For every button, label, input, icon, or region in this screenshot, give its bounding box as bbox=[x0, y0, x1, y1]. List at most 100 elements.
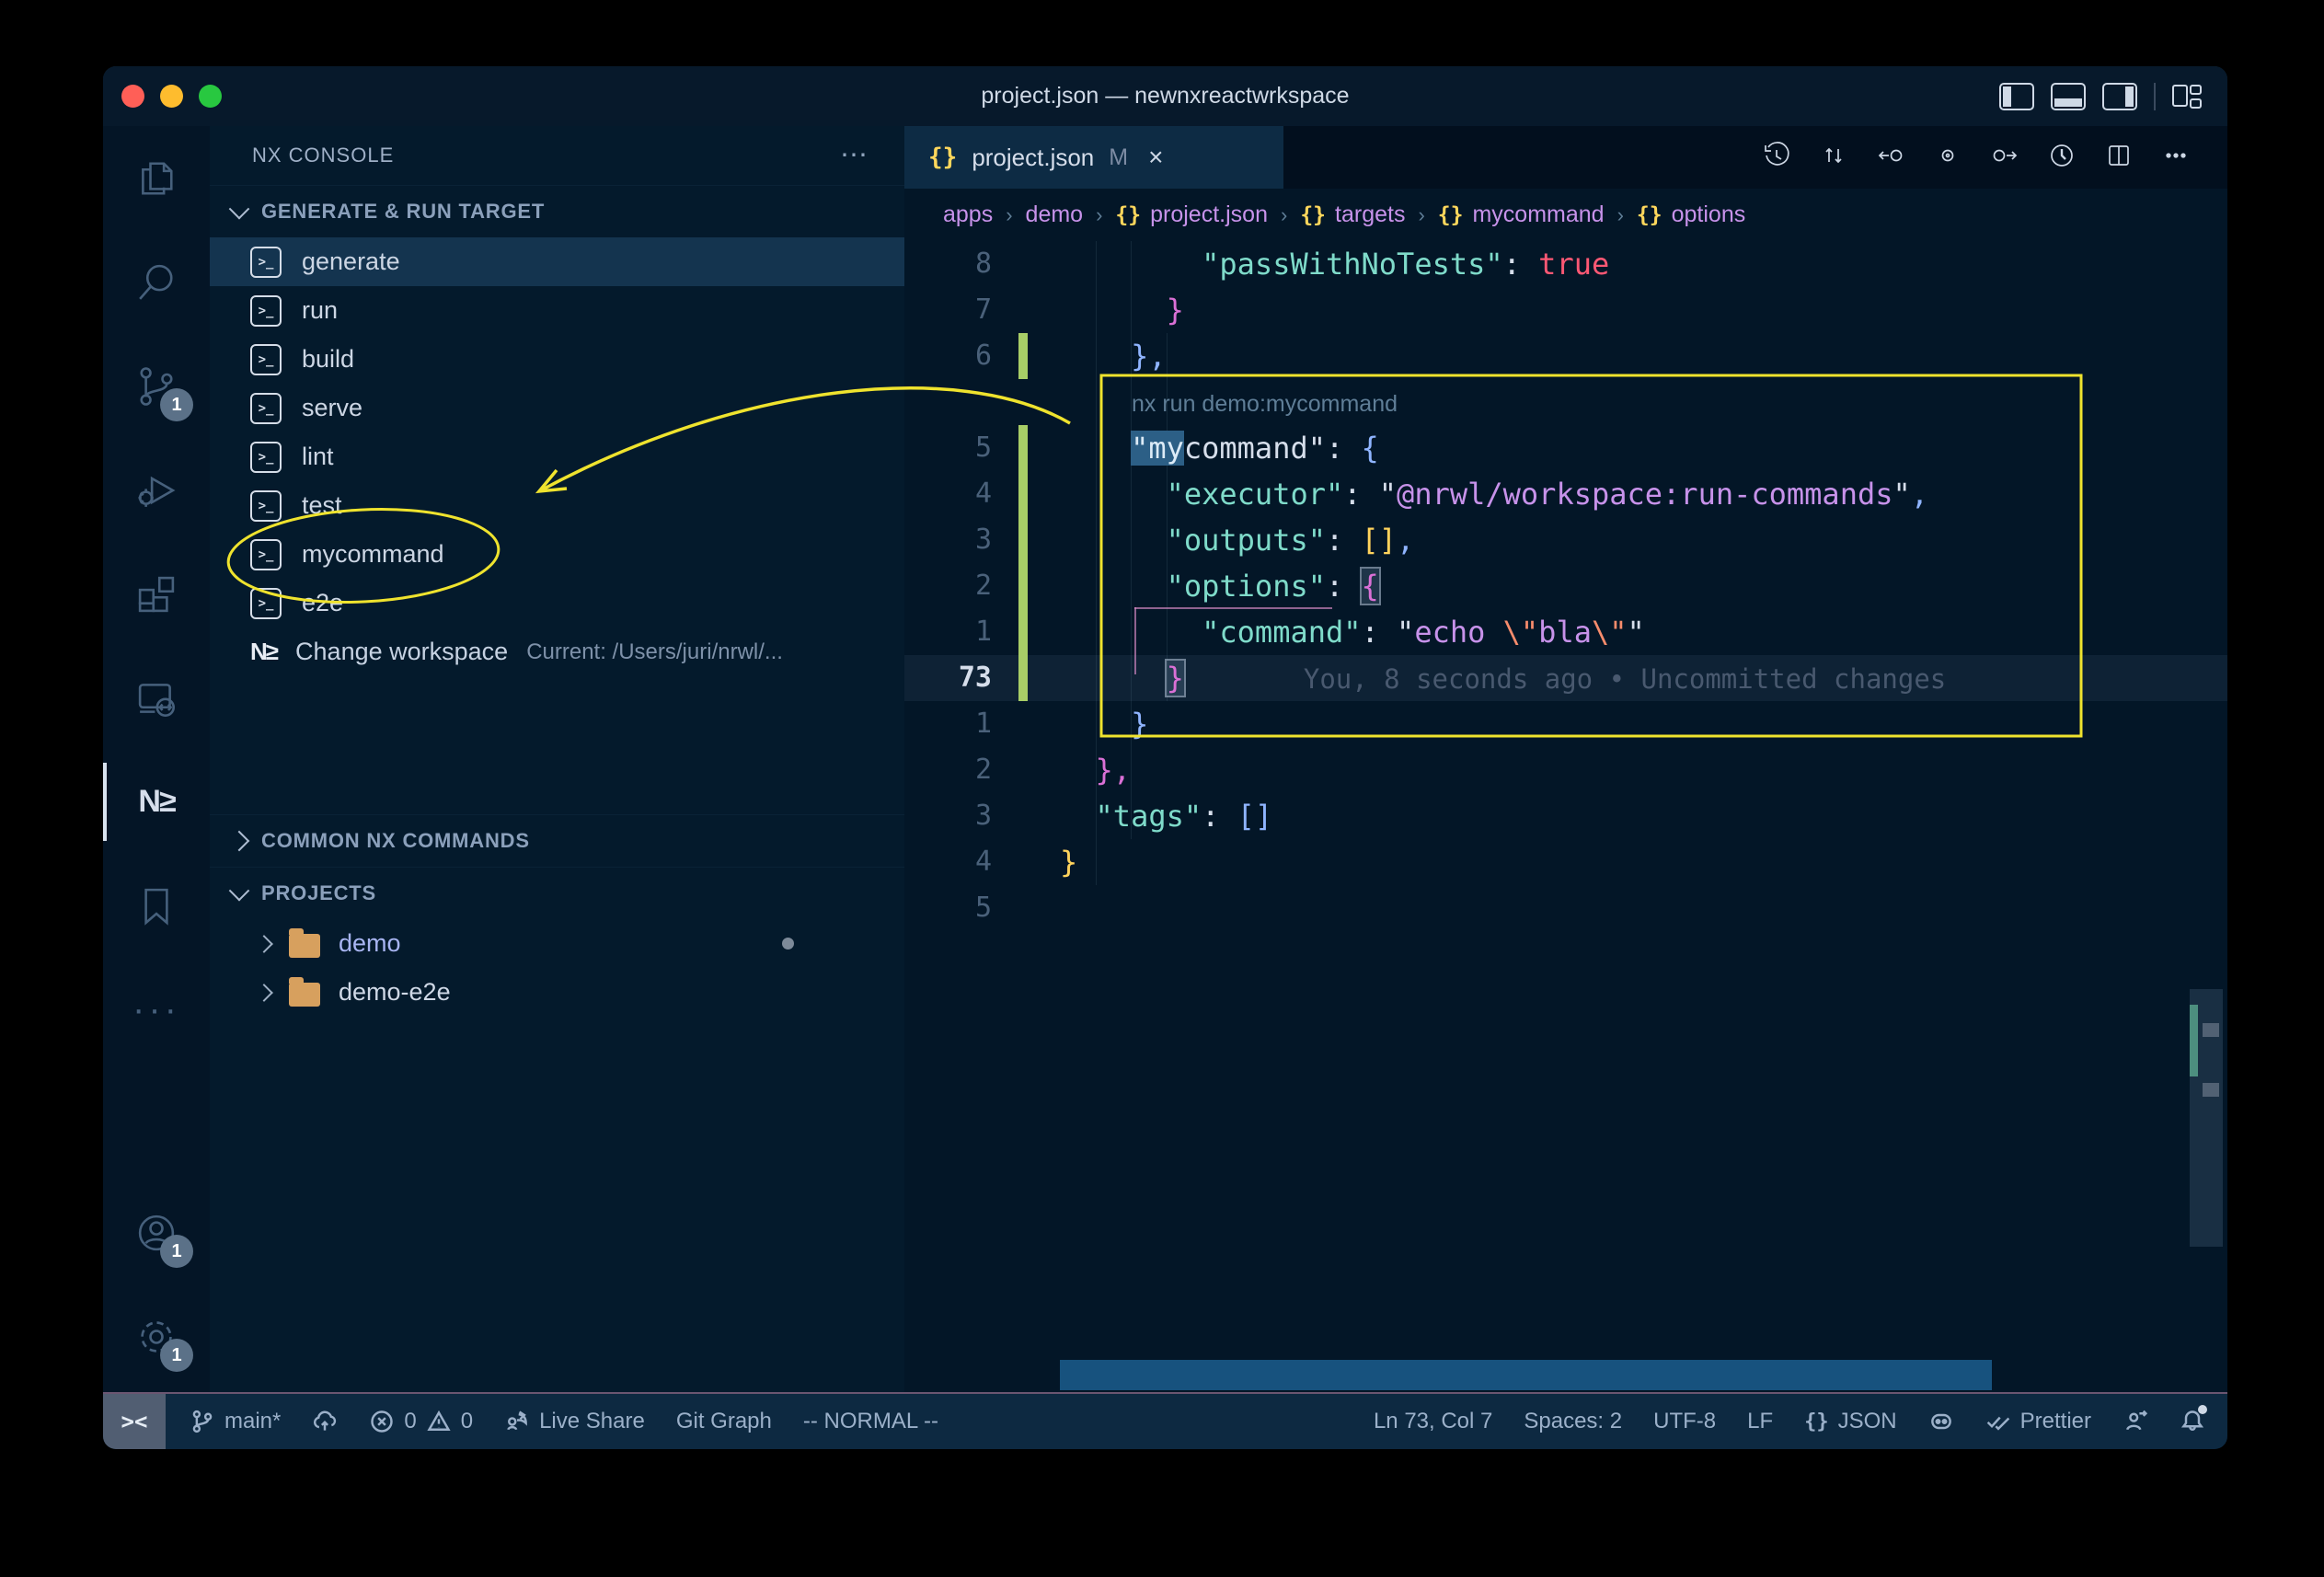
code-line[interactable]: 7 } bbox=[904, 287, 2227, 333]
code-line[interactable]: 1 "command": "echo \"bla\"" bbox=[904, 609, 2227, 655]
breadcrumb-item-options[interactable]: options bbox=[1672, 201, 1746, 228]
overview-ruler-mark bbox=[2203, 1083, 2219, 1097]
extensions-icon[interactable] bbox=[103, 542, 210, 646]
code-line[interactable]: 1 } bbox=[904, 701, 2227, 747]
code-line[interactable]: 8 "passWithNoTests": true bbox=[904, 241, 2227, 287]
encoding-indicator[interactable]: UTF-8 bbox=[1653, 1409, 1716, 1434]
feedback-button[interactable] bbox=[2123, 1409, 2148, 1434]
breadcrumb-item-project-json[interactable]: project.json bbox=[1150, 201, 1268, 228]
modified-gutter-bar bbox=[1018, 563, 1028, 609]
line-number: 3 bbox=[975, 800, 992, 832]
line-number: 5 bbox=[975, 892, 992, 924]
indentation-indicator[interactable]: Spaces: 2 bbox=[1524, 1409, 1622, 1434]
line-number: 73 bbox=[959, 662, 992, 694]
more-views-icon[interactable]: ··· bbox=[103, 958, 210, 1062]
remote-indicator[interactable]: >< bbox=[103, 1394, 166, 1449]
workspace-path: Current: /Users/juri/nrwl/... bbox=[526, 639, 783, 665]
live-share-button[interactable]: Live Share bbox=[504, 1409, 645, 1434]
code-line[interactable]: nx run demo:mycommand bbox=[904, 379, 2227, 425]
code-text: } bbox=[1060, 839, 2227, 885]
search-icon[interactable] bbox=[103, 230, 210, 334]
line-number: 2 bbox=[975, 754, 992, 786]
code-line[interactable]: 5 "mycommand": { bbox=[904, 425, 2227, 471]
zoom-window-button[interactable] bbox=[199, 85, 222, 108]
horizontal-scrollbar[interactable] bbox=[1060, 1360, 1992, 1390]
eol-indicator[interactable]: LF bbox=[1747, 1409, 1773, 1434]
code-line[interactable]: 4} bbox=[904, 839, 2227, 885]
settings-gear-icon[interactable]: 1 bbox=[103, 1284, 210, 1388]
nx-console-icon[interactable]: N≥ bbox=[103, 750, 210, 854]
window-title: project.json — newnxreactwrkspace bbox=[103, 83, 2227, 109]
formatter-status[interactable]: Prettier bbox=[1985, 1409, 2091, 1434]
breadcrumb-item-mycommand[interactable]: mycommand bbox=[1472, 201, 1604, 228]
sidebar-item-build[interactable]: >_ build bbox=[210, 335, 904, 384]
close-tab-icon[interactable]: × bbox=[1148, 143, 1163, 172]
open-change-icon[interactable] bbox=[1933, 141, 1962, 175]
breadcrumb-item-demo[interactable]: demo bbox=[1026, 201, 1084, 228]
gutter bbox=[904, 379, 1060, 425]
sidebar-item-change-workspace[interactable]: N≥ Change workspace Current: /Users/juri… bbox=[210, 627, 904, 676]
sidebar-item-e2e[interactable]: >_ e2e bbox=[210, 579, 904, 627]
git-graph-button[interactable]: Git Graph bbox=[676, 1409, 772, 1434]
language-mode[interactable]: {} JSON bbox=[1804, 1409, 1897, 1434]
code-line[interactable]: 2 }, bbox=[904, 747, 2227, 793]
sidebar-more-actions-icon[interactable]: ⋯ bbox=[840, 151, 868, 160]
notifications-bell-icon[interactable] bbox=[2180, 1409, 2205, 1434]
breadcrumb-item-targets[interactable]: targets bbox=[1335, 201, 1405, 228]
modified-gutter-bar bbox=[1018, 517, 1028, 563]
gutter: 7 bbox=[904, 287, 1060, 333]
more-actions-icon[interactable] bbox=[2161, 141, 2191, 175]
code-line[interactable]: 4 "executor": "@nrwl/workspace:run-comma… bbox=[904, 471, 2227, 517]
project-item-demo[interactable]: demo bbox=[210, 919, 904, 968]
sidebar-item-run[interactable]: >_ run bbox=[210, 286, 904, 335]
sync-changes-button[interactable] bbox=[312, 1409, 338, 1434]
split-editor-icon[interactable] bbox=[2104, 141, 2134, 175]
bookmarks-icon[interactable] bbox=[103, 854, 210, 958]
timeline-history-icon[interactable] bbox=[1762, 141, 1791, 175]
section-common-nx-commands[interactable]: COMMON NX COMMANDS bbox=[210, 814, 904, 867]
explorer-icon[interactable] bbox=[103, 126, 210, 230]
close-window-button[interactable] bbox=[121, 85, 144, 108]
branch-indicator[interactable]: main* bbox=[190, 1409, 281, 1434]
next-change-icon[interactable] bbox=[1990, 141, 2019, 175]
sidebar-item-test[interactable]: >_ test bbox=[210, 481, 904, 530]
code-editor[interactable]: 8 "passWithNoTests": true7 }6 },nx run d… bbox=[904, 241, 2227, 1394]
terminal-icon: >_ bbox=[250, 588, 282, 619]
code-line[interactable]: 3 "tags": [] bbox=[904, 793, 2227, 839]
toggle-secondary-sidebar-icon[interactable] bbox=[2102, 83, 2137, 110]
json-symbol-icon: {} bbox=[1115, 203, 1141, 227]
code-line[interactable]: 5 bbox=[904, 885, 2227, 931]
code-text: "mycommand": { bbox=[1060, 425, 2227, 471]
source-control-icon[interactable]: 1 bbox=[103, 334, 210, 438]
toggle-primary-sidebar-icon[interactable] bbox=[1999, 83, 2034, 110]
sidebar-item-lint[interactable]: >_ lint bbox=[210, 432, 904, 481]
customize-layout-icon[interactable] bbox=[2172, 83, 2203, 110]
tab-project-json[interactable]: {} project.json M × bbox=[904, 126, 1283, 189]
minimize-window-button[interactable] bbox=[160, 85, 183, 108]
copilot-status[interactable] bbox=[1928, 1409, 1954, 1434]
previous-change-icon[interactable] bbox=[1876, 141, 1905, 175]
section-generate-run-target[interactable]: GENERATE & RUN TARGET bbox=[210, 185, 904, 237]
toggle-panel-icon[interactable] bbox=[2051, 83, 2086, 110]
compare-changes-icon[interactable] bbox=[1819, 141, 1848, 175]
sidebar-item-mycommand[interactable]: >_ mycommand bbox=[210, 530, 904, 579]
code-text: } bbox=[1060, 701, 2227, 747]
code-line[interactable]: 2 "options": { bbox=[904, 563, 2227, 609]
code-line[interactable]: 6 }, bbox=[904, 333, 2227, 379]
code-line[interactable]: 73 }You, 8 seconds ago • Uncommitted cha… bbox=[904, 655, 2227, 701]
remote-explorer-icon[interactable] bbox=[103, 646, 210, 750]
cursor-position[interactable]: Ln 73, Col 7 bbox=[1374, 1409, 1492, 1434]
breadcrumb-item-apps[interactable]: apps bbox=[943, 201, 993, 228]
sidebar-item-serve[interactable]: >_ serve bbox=[210, 384, 904, 432]
line-number: 4 bbox=[975, 846, 992, 878]
run-and-debug-icon[interactable] bbox=[103, 438, 210, 542]
accounts-icon[interactable]: 1 bbox=[103, 1180, 210, 1284]
json-symbol-icon: {} bbox=[1438, 203, 1464, 227]
sidebar-item-generate[interactable]: >_ generate bbox=[210, 237, 904, 286]
code-line[interactable]: 3 "outputs": [], bbox=[904, 517, 2227, 563]
project-item-demo-e2e[interactable]: demo-e2e bbox=[210, 968, 904, 1017]
problems-indicator[interactable]: 0 0 bbox=[369, 1409, 473, 1434]
vim-mode-indicator[interactable]: -- NORMAL -- bbox=[803, 1409, 938, 1434]
section-projects[interactable]: PROJECTS bbox=[210, 867, 904, 919]
gitlens-annotations-icon[interactable] bbox=[2047, 141, 2077, 175]
